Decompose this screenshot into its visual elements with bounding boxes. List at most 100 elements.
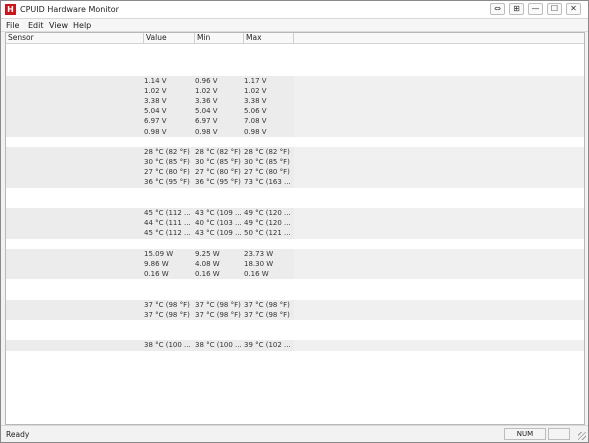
- sensor-row[interactable]: VIN60.98 V0.98 V0.98 V: [6, 126, 584, 137]
- sensor-min-cell: 38 °C (100 ...: [195, 341, 242, 350]
- sensor-value-cell: 37 °C (98 °F): [144, 300, 190, 309]
- sensor-max-cell: 5.06 V: [244, 107, 267, 116]
- sensor-min-cell: 3.36 V: [195, 96, 218, 105]
- sensor-row[interactable]: IA Cores9.86 W4.08 W18.30 W: [6, 258, 584, 270]
- sensor-min-cell: 9.25 W: [195, 249, 220, 258]
- column-sensor[interactable]: Sensor: [6, 33, 144, 44]
- sensor-row[interactable]: Core #045 °C (112 ...43 °C (109 ...49 °C…: [6, 208, 584, 219]
- device-row[interactable]: −WDC WD800JD-60LSA5: [6, 279, 584, 289]
- sensor-value-cell: 36 °C (95 °F): [144, 178, 190, 187]
- sensor-min-cell: 37 °C (98 °F): [195, 310, 241, 319]
- sensor-max-cell: 39 °C (102 ...: [244, 341, 291, 350]
- sensor-group-row[interactable]: −Temperatures: [6, 290, 584, 300]
- sensor-row[interactable]: SYSTIN27 °C (80 °F)27 °C (80 °F)27 °C (8…: [6, 167, 584, 178]
- sensor-row[interactable]: CPU VCORE1.14 V0.96 V1.17 V: [6, 75, 584, 86]
- sensor-min-cell: 36 °C (95 °F): [195, 178, 241, 187]
- status-bar: Ready NUM: [1, 425, 588, 442]
- sensor-group-row[interactable]: −Powers: [6, 239, 584, 249]
- sensor-value-cell: 45 °C (112 ...: [144, 229, 191, 238]
- sensor-row[interactable]: TZ0130 °C (85 °F)30 °C (85 °F)30 °C (85 …: [6, 157, 584, 168]
- sensor-row[interactable]: TMPIN038 °C (100 ...38 °C (100 ...39 °C …: [6, 340, 584, 351]
- restore-layout-button[interactable]: ⇔: [490, 3, 505, 15]
- device-row[interactable]: −ASUSTeK COMPUTER INC. P...: [6, 55, 584, 65]
- sensor-max-cell: 0.98 V: [244, 127, 267, 136]
- sensor-min-cell: 28 °C (82 °F): [195, 147, 241, 156]
- sensor-min-cell: 4.08 W: [195, 259, 220, 268]
- sensor-min-cell: 43 °C (109 ...: [195, 229, 242, 238]
- sensor-value-cell: 1.14 V: [144, 76, 167, 85]
- sensor-min-cell: 37 °C (98 °F): [195, 300, 241, 309]
- sensor-row[interactable]: Package15.09 W9.25 W23.73 W: [6, 248, 584, 259]
- device-row[interactable]: −NVIDIA GeForce 9600 GT (M...: [6, 320, 584, 330]
- sensor-min-cell: 0.98 V: [195, 127, 218, 136]
- sensor-row[interactable]: TZ0028 °C (82 °F)28 °C (82 °F)28 °C (82 …: [6, 146, 584, 158]
- sensor-value-cell: 1.02 V: [144, 86, 167, 95]
- sensor-group-row[interactable]: −Temperatures: [6, 198, 584, 208]
- menu-bar: File Edit View Help: [1, 19, 588, 32]
- sensor-row[interactable]: Air Flow37 °C (98 °F)37 °C (98 °F)37 °C …: [6, 309, 584, 321]
- sensor-group-row[interactable]: −Temperatures: [6, 137, 584, 147]
- sensor-value-cell: 27 °C (80 °F): [144, 168, 190, 177]
- sensor-max-cell: 18.30 W: [244, 259, 274, 268]
- sensor-max-cell: 1.02 V: [244, 86, 267, 95]
- sensor-row[interactable]: VIN11.02 V1.02 V1.02 V: [6, 85, 584, 96]
- sensor-row[interactable]: CPUTIN36 °C (95 °F)36 °C (95 °F)73 °C (1…: [6, 177, 584, 188]
- sensor-row[interactable]: +5V5.04 V5.04 V5.06 V: [6, 106, 584, 117]
- sensor-value-cell: 5.04 V: [144, 107, 167, 116]
- sensor-row[interactable]: +3.3V3.38 V3.36 V3.38 V: [6, 95, 584, 107]
- sensor-row[interactable]: GT0.16 W0.16 W0.16 W: [6, 269, 584, 280]
- sensor-value-cell: 15.09 W: [144, 249, 174, 258]
- status-empty-pane: [548, 428, 570, 440]
- minimize-button[interactable]: —: [528, 3, 543, 15]
- sensor-max-cell: 0.16 W: [244, 270, 269, 279]
- tile-button[interactable]: ⊞: [509, 3, 524, 15]
- sensor-row[interactable]: Core #144 °C (111 ...40 °C (103 ...49 °C…: [6, 218, 584, 229]
- sensor-min-cell: 30 °C (85 °F): [195, 158, 241, 167]
- window-title: CPUID Hardware Monitor: [20, 5, 119, 14]
- resize-grip[interactable]: [578, 432, 586, 440]
- sensor-row[interactable]: Assembly37 °C (98 °F)37 °C (98 °F)37 °C …: [6, 299, 584, 310]
- sensor-max-cell: 28 °C (82 °F): [244, 147, 290, 156]
- menu-edit[interactable]: Edit: [28, 21, 44, 30]
- sensor-max-cell: 37 °C (98 °F): [244, 300, 290, 309]
- menu-help[interactable]: Help: [73, 21, 91, 30]
- column-value[interactable]: Value: [144, 33, 195, 44]
- sensor-group-row[interactable]: −Voltages: [6, 65, 584, 75]
- sensor-max-cell: 49 °C (120 ...: [244, 219, 291, 228]
- sensor-value-cell: 44 °C (111 ...: [144, 219, 191, 228]
- maximize-button[interactable]: ☐: [547, 3, 562, 15]
- sensor-value-cell: 6.97 V: [144, 117, 167, 126]
- sensor-max-cell: 73 °C (163 ...: [244, 178, 291, 187]
- sensor-group-row[interactable]: −Temperatures: [6, 330, 584, 340]
- device-row[interactable]: −Intel Celeron G550: [6, 188, 584, 198]
- sensor-value-cell: 28 °C (82 °F): [144, 147, 190, 156]
- title-bar[interactable]: H CPUID Hardware Monitor ⇔ ⊞ — ☐ ✕: [1, 1, 588, 19]
- sensor-min-cell: 43 °C (109 ...: [195, 209, 242, 217]
- sensor-max-cell: 23.73 W: [244, 249, 274, 258]
- sensor-value-cell: 30 °C (85 °F): [144, 158, 190, 167]
- sensor-max-cell: 37 °C (98 °F): [244, 310, 290, 319]
- sensor-tree-view[interactable]: Sensor Value Min Max −51-PC−ASUSTeK COMP…: [5, 32, 585, 425]
- close-button[interactable]: ✕: [566, 3, 581, 15]
- column-min[interactable]: Min: [195, 33, 244, 44]
- sensor-min-cell: 6.97 V: [195, 117, 218, 126]
- menu-file[interactable]: File: [6, 21, 19, 30]
- sensor-min-cell: 27 °C (80 °F): [195, 168, 241, 177]
- device-row[interactable]: −51-PC: [6, 45, 584, 55]
- status-text: Ready: [6, 430, 30, 439]
- sensor-max-cell: 3.38 V: [244, 96, 267, 105]
- sensor-min-cell: 40 °C (103 ...: [195, 219, 242, 228]
- sensor-max-cell: 50 °C (121 ...: [244, 229, 291, 238]
- sensor-max-cell: 7.08 V: [244, 117, 267, 126]
- sensor-max-cell: 27 °C (80 °F): [244, 168, 290, 177]
- sensor-value-cell: 0.98 V: [144, 127, 167, 136]
- sensor-value-cell: 0.16 W: [144, 270, 169, 279]
- column-max[interactable]: Max: [244, 33, 294, 44]
- app-logo-icon: H: [5, 4, 16, 15]
- sensor-row[interactable]: +12V6.97 V6.97 V7.08 V: [6, 116, 584, 127]
- sensor-value-cell: 38 °C (100 ...: [144, 341, 191, 350]
- sensor-row[interactable]: Package45 °C (112 ...43 °C (109 ...50 °C…: [6, 228, 584, 239]
- sensor-min-cell: 0.16 W: [195, 270, 220, 279]
- menu-view[interactable]: View: [49, 21, 68, 30]
- status-num-indicator: NUM: [504, 428, 546, 440]
